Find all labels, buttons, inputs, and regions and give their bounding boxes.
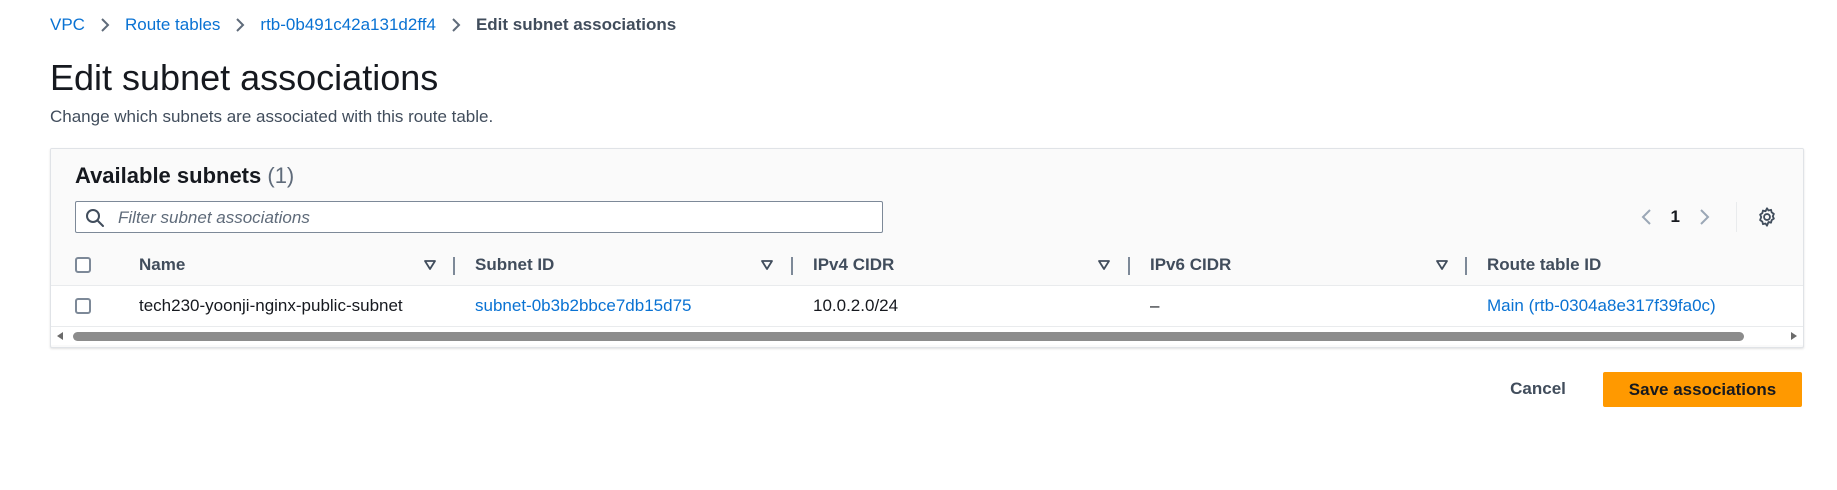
breadcrumb: VPC Route tables rtb-0b491c42a131d2ff4 E… xyxy=(50,14,676,36)
caret-down-icon[interactable] xyxy=(1096,257,1112,273)
select-all-cell xyxy=(75,245,91,285)
cell-ipv4-cidr: 10.0.2.0/24 xyxy=(813,296,899,315)
caret-down-icon[interactable] xyxy=(1434,257,1450,273)
search-icon xyxy=(85,208,105,228)
breadcrumb-vpc[interactable]: VPC xyxy=(50,15,85,35)
chevron-right-icon xyxy=(1700,209,1710,225)
cell-ipv6-cidr: – xyxy=(1150,296,1160,315)
row-select-cell xyxy=(75,286,91,326)
column-resizer[interactable] xyxy=(1465,257,1467,275)
pager-current-page[interactable]: 1 xyxy=(1671,207,1680,227)
filter-field[interactable] xyxy=(75,201,883,233)
column-header-ipv6-cidr[interactable]: IPv6 CIDR xyxy=(1150,245,1231,285)
column-resizer[interactable] xyxy=(453,257,455,275)
cancel-button[interactable]: Cancel xyxy=(1490,372,1586,406)
pager-prev-button[interactable] xyxy=(1635,206,1657,228)
save-associations-button[interactable]: Save associations xyxy=(1603,372,1802,407)
panel-title: Available subnets (1) xyxy=(75,163,294,189)
pagination: 1 xyxy=(1635,201,1779,233)
scroll-right-arrow-icon[interactable] xyxy=(1789,331,1799,341)
cell-route-table-link[interactable]: Main (rtb-0304a8e317f39fa0c) xyxy=(1487,286,1716,326)
breadcrumb-route-table-id[interactable]: rtb-0b491c42a131d2ff4 xyxy=(260,15,436,35)
breadcrumb-current: Edit subnet associations xyxy=(475,15,677,34)
panel-title-text: Available subnets xyxy=(75,163,262,188)
horizontal-scrollbar[interactable] xyxy=(51,327,1803,345)
settings-button[interactable] xyxy=(1755,205,1779,229)
chevron-right-icon xyxy=(450,17,462,33)
page-title: Edit subnet associations xyxy=(50,57,439,98)
table-row[interactable]: tech230-yoonji-nginx-public-subnet subne… xyxy=(51,286,1803,327)
cell-subnet-id-link[interactable]: subnet-0b3b2bbce7db15d75 xyxy=(475,286,691,326)
gear-icon xyxy=(1759,207,1775,227)
available-subnets-panel: Available subnets (1) 1 xyxy=(50,148,1804,348)
column-header-route-table-id[interactable]: Route table ID xyxy=(1487,245,1601,285)
row-checkbox[interactable] xyxy=(75,298,91,314)
column-resizer[interactable] xyxy=(1128,257,1130,275)
column-header-ipv4-cidr[interactable]: IPv4 CIDR xyxy=(813,245,894,285)
select-all-checkbox[interactable] xyxy=(75,257,91,273)
pager-next-button[interactable] xyxy=(1694,206,1716,228)
cell-name: tech230-yoonji-nginx-public-subnet xyxy=(139,296,403,315)
scroll-left-arrow-icon[interactable] xyxy=(55,331,65,341)
panel-header: Available subnets (1) 1 xyxy=(51,149,1803,245)
filter-subnet-input[interactable] xyxy=(116,204,880,232)
chevron-right-icon xyxy=(99,17,111,33)
chevron-left-icon xyxy=(1641,209,1651,225)
column-header-name[interactable]: Name xyxy=(139,245,185,285)
pager-divider xyxy=(1736,202,1737,232)
subnets-table: Name Subnet ID IPv4 CIDR IPv6 CIDR Route… xyxy=(51,245,1803,327)
chevron-right-icon xyxy=(234,17,246,33)
caret-down-icon[interactable] xyxy=(422,257,438,273)
table-header-row: Name Subnet ID IPv4 CIDR IPv6 CIDR Route… xyxy=(51,245,1803,286)
breadcrumb-route-tables[interactable]: Route tables xyxy=(125,15,220,35)
page-description: Change which subnets are associated with… xyxy=(50,107,494,126)
panel-count: (1) xyxy=(267,163,295,188)
edit-subnet-associations-page: VPC Route tables rtb-0b491c42a131d2ff4 E… xyxy=(0,0,1837,490)
column-header-subnet-id[interactable]: Subnet ID xyxy=(475,245,554,285)
scrollbar-thumb[interactable] xyxy=(73,332,1744,341)
column-resizer[interactable] xyxy=(791,257,793,275)
caret-down-icon[interactable] xyxy=(759,257,775,273)
